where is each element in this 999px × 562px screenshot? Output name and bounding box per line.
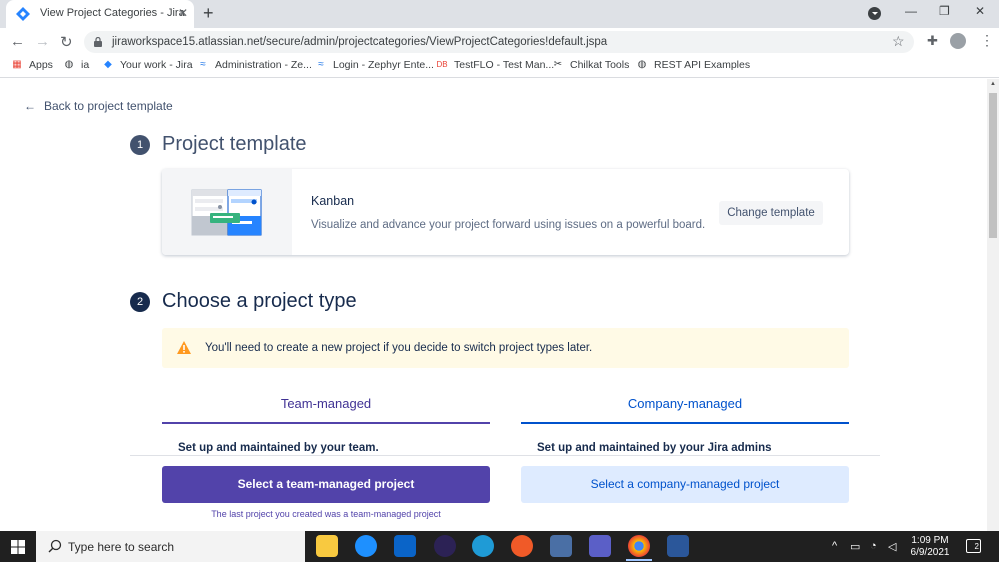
select-team-managed-button[interactable]: Select a team-managed project xyxy=(162,466,490,503)
windows-start-icon[interactable] xyxy=(11,540,25,554)
apps-grid-icon: ▦ xyxy=(12,59,22,70)
forward-arrow-icon[interactable]: → xyxy=(35,33,50,50)
active-app-indicator xyxy=(626,559,652,561)
postman-icon[interactable] xyxy=(511,535,533,557)
tab-company-managed[interactable]: Company-managed xyxy=(521,396,849,424)
chrome-menu-icon[interactable]: ⋮ xyxy=(980,32,994,49)
internet-explorer-icon[interactable] xyxy=(355,535,377,557)
arrow-left-icon: ← xyxy=(24,99,36,113)
address-bar[interactable]: jiraworkspace15.atlassian.net/secure/adm… xyxy=(84,31,914,53)
wifi-icon[interactable]: ◔ xyxy=(870,540,877,552)
new-tab-icon[interactable]: + xyxy=(203,3,214,24)
warning-text: You'll need to create a new project if y… xyxy=(205,342,593,354)
word-icon[interactable] xyxy=(667,535,689,557)
chrome-icon[interactable] xyxy=(628,535,650,557)
minimize-icon[interactable]: — xyxy=(905,4,917,18)
file-explorer-icon[interactable] xyxy=(316,535,338,557)
globe-icon: ◍ xyxy=(637,59,647,70)
search-icon xyxy=(48,539,62,553)
team-managed-subheading: Set up and maintained by your team. xyxy=(178,442,379,454)
scroll-up-icon[interactable]: ▲ xyxy=(990,81,996,87)
tab-title: View Project Categories - Jira xyxy=(40,7,185,19)
kanban-board-icon xyxy=(191,189,262,236)
bookmark-your-work[interactable]: ◆ Your work - Jira xyxy=(102,59,192,71)
testflo-icon: DB xyxy=(436,60,448,69)
bookmark-testflo[interactable]: DB TestFLO - Test Man... xyxy=(436,59,554,71)
template-card: Kanban Visualize and advance your projec… xyxy=(162,169,849,255)
zephyr-icon: ≈ xyxy=(200,59,206,70)
page-content: ← Back to project template 1 Project tem… xyxy=(0,79,987,531)
chevron-up-icon[interactable]: ^ xyxy=(832,540,837,552)
back-to-template-link[interactable]: ← Back to project template xyxy=(24,99,173,113)
zephyr-icon: ≈ xyxy=(318,59,324,70)
bookmark-star-icon[interactable]: ☆ xyxy=(892,33,905,50)
taskbar-clock[interactable]: 1:09 PM 6/9/2021 xyxy=(905,535,955,559)
bookmark-apps[interactable]: ▦ Apps xyxy=(11,59,53,71)
step-2-badge: 2 xyxy=(130,292,150,312)
url-text: jiraworkspace15.atlassian.net/secure/adm… xyxy=(112,36,608,48)
globe-icon: ◍ xyxy=(64,59,74,70)
settings-gear-icon[interactable] xyxy=(472,535,494,557)
step-1-title: Project template xyxy=(162,133,307,155)
change-template-button[interactable]: Change template xyxy=(719,201,823,225)
battery-icon[interactable]: ▭ xyxy=(850,540,860,553)
step-2-title: Choose a project type xyxy=(162,290,357,312)
restore-icon[interactable]: ❐ xyxy=(939,4,950,18)
bookmarks-bar: ▦ Apps ◍ ia ◆ Your work - Jira ≈ Administrat… xyxy=(0,56,999,78)
eclipse-icon[interactable] xyxy=(434,535,456,557)
windows-taskbar: Type here to search ^ ▭ ◔ ◁ 1:09 PM 6/9/… xyxy=(0,531,999,562)
browser-tab[interactable]: View Project Categories - Jira ✕ xyxy=(6,0,194,28)
bookmark-rest-api[interactable]: ◍ REST API Examples xyxy=(636,59,750,71)
teams-icon[interactable] xyxy=(589,535,611,557)
notification-center-icon[interactable]: 2 xyxy=(966,539,981,553)
taskbar-search-input[interactable]: Type here to search xyxy=(36,531,305,562)
select-company-managed-button[interactable]: Select a company-managed project xyxy=(521,466,849,503)
reload-icon[interactable]: ↻ xyxy=(60,33,73,51)
tab-team-managed[interactable]: Team-managed xyxy=(162,396,490,424)
divider xyxy=(130,455,880,456)
back-arrow-icon[interactable]: ← xyxy=(10,33,25,50)
warning-icon xyxy=(177,341,191,354)
warning-banner: You'll need to create a new project if y… xyxy=(162,328,849,368)
last-project-note: The last project you created was a team-… xyxy=(211,509,441,519)
network-icon[interactable] xyxy=(550,535,572,557)
clock-time: 1:09 PM xyxy=(911,535,949,546)
clock-date: 6/9/2021 xyxy=(910,547,950,558)
page-scrollbar[interactable]: ▲ xyxy=(987,79,999,531)
chilkat-icon: ✂ xyxy=(553,59,563,70)
scrollbar-thumb[interactable] xyxy=(989,93,997,238)
lock-icon xyxy=(94,37,102,47)
extensions-icon[interactable]: ✚ xyxy=(927,33,938,49)
bookmark-administration[interactable]: ≈ Administration - Ze... xyxy=(197,59,312,71)
close-window-icon[interactable]: ✕ xyxy=(975,4,985,18)
profile-avatar-icon[interactable] xyxy=(950,33,966,49)
bookmark-ia[interactable]: ◍ ia xyxy=(63,59,90,71)
kanban-illustration xyxy=(162,169,292,255)
close-tab-icon[interactable]: ✕ xyxy=(178,6,188,20)
browser-tabstrip: View Project Categories - Jira ✕ + — ❐ ✕ xyxy=(0,0,999,28)
tab-search-icon[interactable] xyxy=(868,7,881,20)
template-description: Visualize and advance your project forwa… xyxy=(311,219,706,231)
bookmark-zephyr-login[interactable]: ≈ Login - Zephyr Ente... xyxy=(315,59,434,71)
volume-icon[interactable]: ◁ xyxy=(888,540,896,553)
browser-toolbar: ← → ↻ jiraworkspace15.atlassian.net/secu… xyxy=(0,28,999,56)
bookmark-chilkat[interactable]: ✂ Chilkat Tools xyxy=(552,59,630,71)
step-1-badge: 1 xyxy=(130,135,150,155)
template-name: Kanban xyxy=(311,194,355,208)
outlook-icon[interactable] xyxy=(394,535,416,557)
search-placeholder: Type here to search xyxy=(68,540,175,554)
jira-icon: ◆ xyxy=(104,59,112,70)
jira-icon xyxy=(16,7,30,21)
company-managed-subheading: Set up and maintained by your Jira admin… xyxy=(537,442,772,454)
